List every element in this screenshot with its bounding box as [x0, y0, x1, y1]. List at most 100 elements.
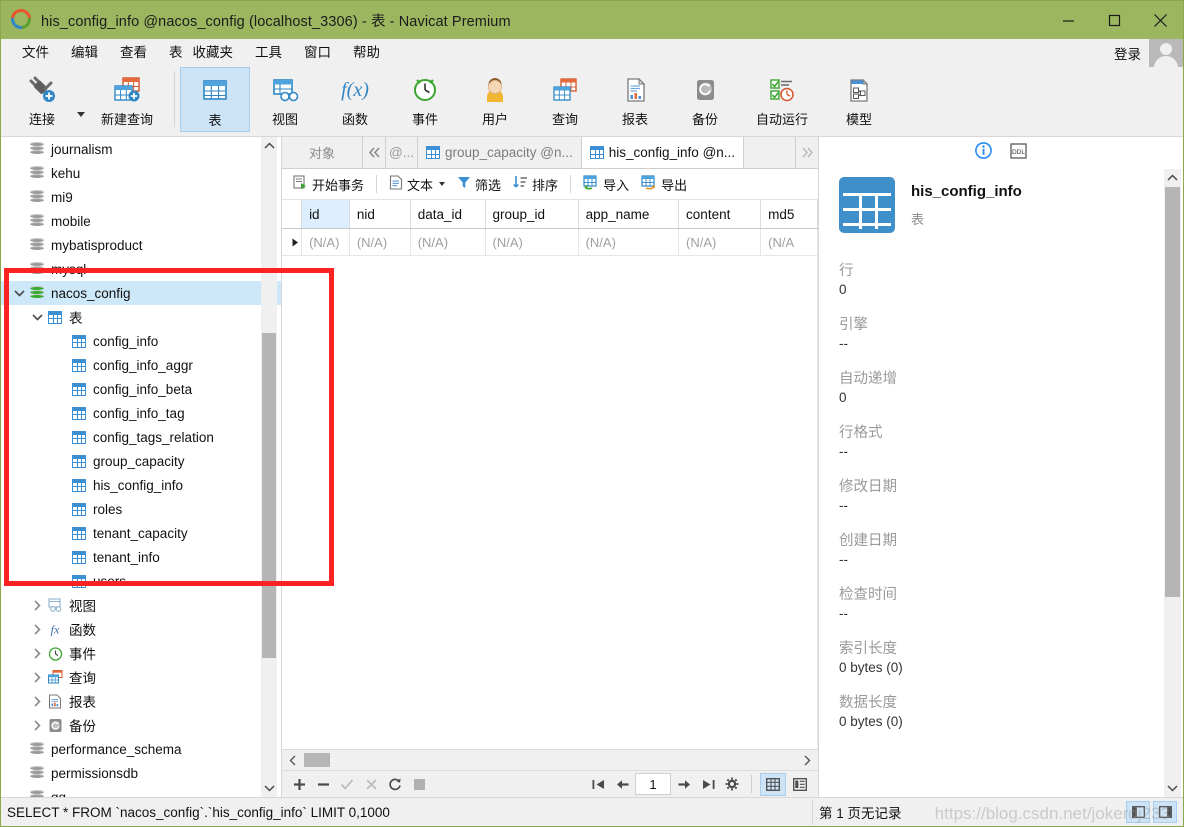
tree-node-[interactable]: 表 — [1, 305, 281, 329]
grid-cell[interactable]: (N/A) — [349, 228, 411, 256]
ribbon-button-table[interactable]: 表 — [180, 67, 250, 132]
tree-node-nacos_config[interactable]: nacos_config — [1, 281, 281, 305]
h-scroll-thumb[interactable] — [304, 753, 330, 767]
tree-node-config_info_aggr[interactable]: config_info_aggr — [1, 353, 281, 377]
object-tree-sidebar[interactable]: journalism kehu mi9 mobile mybatisproduct mys… — [1, 137, 282, 797]
connection-dropdown-caret-icon[interactable] — [77, 112, 85, 117]
grid-view-toggle[interactable] — [760, 772, 786, 796]
scroll-left-icon[interactable] — [282, 755, 304, 766]
tree-node-[interactable]: 报表 — [1, 689, 281, 713]
tab-group-capacity[interactable]: group_capacity @n... — [417, 137, 582, 168]
menu-item-view[interactable]: 查看 — [109, 41, 158, 65]
grid-column-header[interactable]: id — [301, 200, 350, 229]
delete-record-icon[interactable] — [312, 773, 334, 795]
grid-column-header[interactable]: content — [678, 200, 762, 229]
scroll-up-icon[interactable] — [1164, 169, 1181, 187]
ribbon-button-view[interactable]: 视图 — [250, 67, 320, 132]
tree-node-users[interactable]: users — [1, 569, 281, 593]
tab-partial[interactable]: @... — [386, 137, 418, 168]
refresh-icon[interactable] — [384, 773, 406, 795]
tree-node-kehu[interactable]: kehu — [1, 161, 281, 185]
begin-transaction-button[interactable]: 开始事务 — [288, 173, 369, 196]
grid-column-header[interactable]: nid — [349, 200, 411, 229]
tree-node-mybatisproduct[interactable]: mybatisproduct — [1, 233, 281, 257]
tree-node-[interactable]: 视图 — [1, 593, 281, 617]
grid-column-header[interactable]: md5 — [760, 200, 818, 229]
last-record-icon[interactable] — [697, 773, 719, 795]
ribbon-button-connection[interactable]: 连接 — [7, 67, 77, 132]
menu-item-table[interactable]: 表 — [158, 41, 189, 65]
tree-node-config_info_tag[interactable]: config_info_tag — [1, 401, 281, 425]
data-grid-table[interactable]: id nid data_id group_id app_name content md5 (N… — [282, 200, 818, 256]
scroll-up-icon[interactable] — [261, 137, 277, 155]
left-panel-toggle[interactable] — [1126, 801, 1150, 823]
ribbon-button-report[interactable]: 报表 — [600, 67, 670, 132]
tree-node-tenant_info[interactable]: tenant_info — [1, 545, 281, 569]
form-view-toggle[interactable] — [788, 774, 812, 795]
chevron-right-icon[interactable] — [29, 669, 45, 685]
info-circle-icon[interactable] — [975, 142, 992, 162]
chevron-down-icon[interactable] — [29, 309, 45, 325]
grid-cell[interactable]: (N/A — [760, 228, 818, 256]
cancel-changes-icon[interactable] — [360, 773, 382, 795]
stop-icon[interactable] — [408, 773, 430, 795]
scroll-down-icon[interactable] — [261, 779, 277, 797]
import-button[interactable]: 导入 — [578, 173, 634, 196]
chevron-right-icon[interactable] — [29, 693, 45, 709]
apply-changes-icon[interactable] — [336, 773, 358, 795]
next-record-icon[interactable] — [673, 773, 695, 795]
info-scroll-thumb[interactable] — [1165, 187, 1180, 597]
maximize-icon[interactable] — [1091, 1, 1137, 39]
first-record-icon[interactable] — [587, 773, 609, 795]
ribbon-button-new-query[interactable]: 新建查询 — [85, 67, 169, 132]
menu-item-file[interactable]: 文件 — [11, 41, 60, 65]
tree-node-qq[interactable]: qq — [1, 785, 281, 797]
tree-node-mobile[interactable]: mobile — [1, 209, 281, 233]
chevron-down-icon[interactable] — [11, 285, 27, 301]
previous-record-icon[interactable] — [611, 773, 633, 795]
ribbon-button-user[interactable]: 用户 — [460, 67, 530, 132]
tree-node-config_tags_relation[interactable]: config_tags_relation — [1, 425, 281, 449]
tab-scroll-left-icon[interactable] — [363, 137, 386, 168]
grid-column-header[interactable]: data_id — [410, 200, 486, 229]
grid-cell[interactable]: (N/A) — [410, 228, 486, 256]
ribbon-button-backup[interactable]: 备份 — [670, 67, 740, 132]
right-panel-toggle[interactable] — [1153, 801, 1177, 823]
menu-item-favorites[interactable]: 收藏夹 — [189, 41, 245, 65]
settings-gear-icon[interactable] — [721, 773, 743, 795]
ddl-icon[interactable]: DDL — [1010, 142, 1027, 162]
login-link[interactable]: 登录 — [1114, 43, 1141, 63]
ribbon-button-event[interactable]: 事件 — [390, 67, 460, 132]
grid-cell[interactable]: (N/A) — [678, 228, 762, 256]
text-dropdown-caret-icon[interactable] — [439, 182, 446, 186]
tree-node-mysql[interactable]: mysql — [1, 257, 281, 281]
chevron-right-icon[interactable] — [29, 621, 45, 637]
grid-cell[interactable]: (N/A) — [301, 228, 350, 256]
scroll-down-icon[interactable] — [1164, 779, 1181, 797]
menu-item-edit[interactable]: 编辑 — [60, 41, 109, 65]
menu-item-window[interactable]: 窗口 — [293, 41, 342, 65]
tab-scroll-right-icon[interactable] — [795, 137, 818, 168]
h-scroll-track[interactable] — [304, 750, 796, 770]
tree-node-journalism[interactable]: journalism — [1, 137, 281, 161]
chevron-right-icon[interactable] — [29, 717, 45, 733]
tree-node-performance_schema[interactable]: performance_schema — [1, 737, 281, 761]
tab-his-config-info[interactable]: his_config_info @n... — [581, 137, 745, 168]
menu-item-tools[interactable]: 工具 — [244, 41, 293, 65]
grid-column-header[interactable]: group_id — [485, 200, 579, 229]
tree-node-[interactable]: 备份 — [1, 713, 281, 737]
tab-objects[interactable]: 对象 — [282, 137, 363, 168]
ribbon-button-function[interactable]: f(x) 函数 — [320, 67, 390, 132]
menu-item-help[interactable]: 帮助 — [342, 41, 391, 65]
minimize-icon[interactable] — [1045, 1, 1091, 39]
tree-node-his_config_info[interactable]: his_config_info — [1, 473, 281, 497]
tree-node-tenant_capacity[interactable]: tenant_capacity — [1, 521, 281, 545]
tree-node-config_info[interactable]: config_info — [1, 329, 281, 353]
tree-node-group_capacity[interactable]: group_capacity — [1, 449, 281, 473]
add-record-icon[interactable] — [288, 773, 310, 795]
tree-node-[interactable]: 事件 — [1, 641, 281, 665]
text-button[interactable]: 文本 — [384, 173, 450, 196]
ribbon-button-automation[interactable]: 自动运行 — [740, 67, 824, 132]
table-row[interactable]: (N/A) (N/A) (N/A) (N/A) (N/A) (N/A) (N/A — [282, 228, 818, 256]
ribbon-button-model[interactable]: 模型 — [824, 67, 894, 132]
